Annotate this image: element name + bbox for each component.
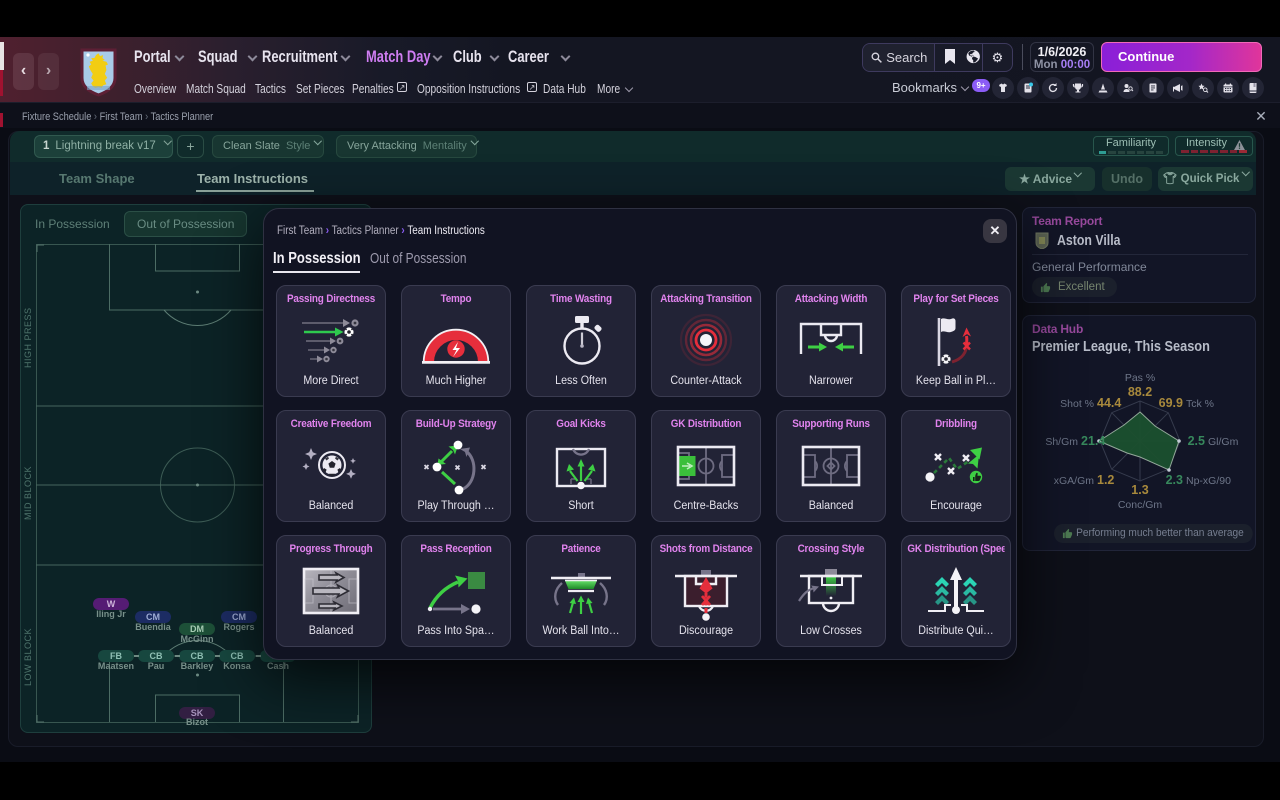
svg-text:Sh/Gm: Sh/Gm bbox=[1045, 436, 1078, 448]
svg-text:Pas %: Pas % bbox=[1125, 372, 1155, 384]
svg-text:2.5: 2.5 bbox=[1188, 434, 1205, 448]
svg-text:44.4: 44.4 bbox=[1097, 396, 1121, 410]
svg-text:88.2: 88.2 bbox=[1128, 385, 1152, 399]
svg-text:69.9: 69.9 bbox=[1159, 396, 1183, 410]
svg-text:1.2: 1.2 bbox=[1097, 473, 1114, 487]
svg-text:Np-xG/90: Np-xG/90 bbox=[1186, 475, 1231, 487]
svg-text:2.3: 2.3 bbox=[1166, 473, 1183, 487]
svg-text:xGA/Gm: xGA/Gm bbox=[1054, 475, 1095, 487]
svg-text:Tck %: Tck % bbox=[1186, 398, 1214, 410]
svg-text:Conc/Gm: Conc/Gm bbox=[1118, 499, 1163, 511]
svg-text:1.3: 1.3 bbox=[1131, 483, 1148, 497]
svg-text:Gl/Gm: Gl/Gm bbox=[1208, 436, 1239, 448]
svg-text:Shot %: Shot % bbox=[1060, 398, 1094, 410]
svg-text:21.4: 21.4 bbox=[1081, 434, 1105, 448]
